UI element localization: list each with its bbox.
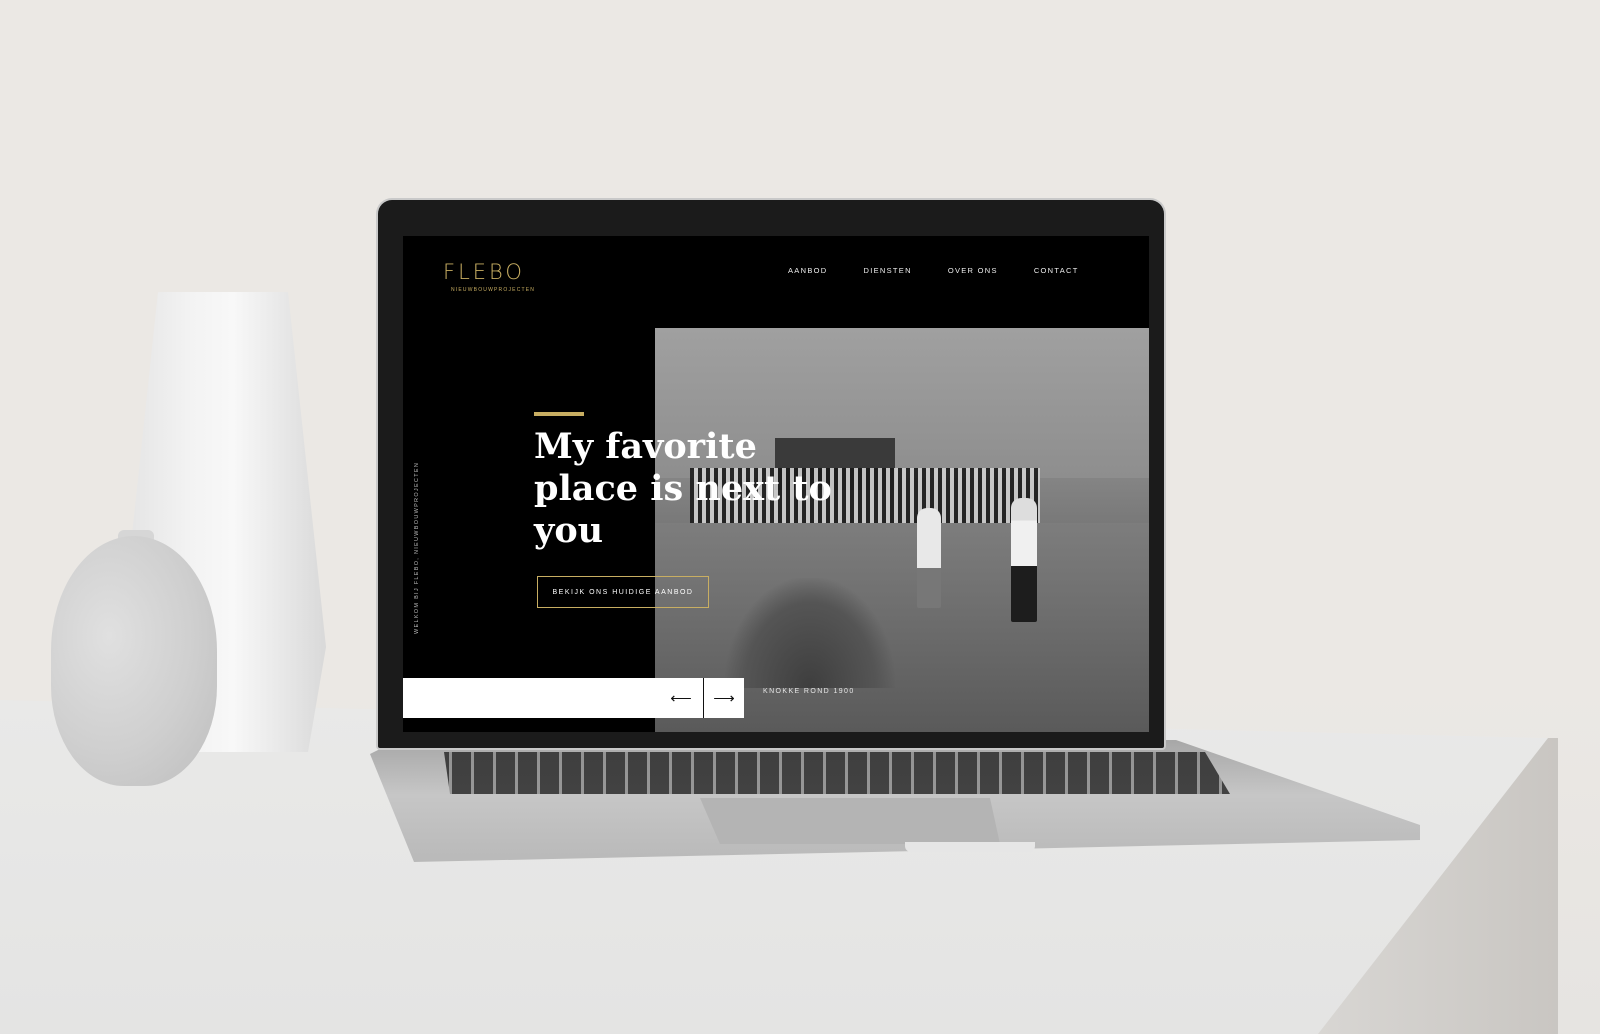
laptop-screen: FLEBO NIEUWBOUWPROJECTEN AANBOD DIENSTEN…	[403, 236, 1149, 732]
vertical-welcome-text: WELKOM BIJ FLEBO, NIEUWBOUWPROJECTEN	[414, 461, 420, 634]
slider-controls: ⟵ ⟶	[403, 678, 744, 718]
laptop-keyboard	[444, 752, 1230, 794]
site-logo-subtitle: NIEUWBOUWPROJECTEN	[451, 287, 536, 293]
small-vase	[51, 536, 217, 786]
arrow-right-icon[interactable]: ⟶	[703, 678, 744, 718]
photo-child-girl	[917, 508, 941, 608]
nav-item-aanbod[interactable]: AANBOD	[788, 266, 827, 275]
main-nav: AANBOD DIENSTEN OVER ONS CONTACT	[788, 266, 1079, 275]
laptop-trackpad	[700, 798, 1000, 844]
arrow-left-icon[interactable]: ⟵	[661, 678, 701, 718]
nav-item-diensten[interactable]: DIENSTEN	[863, 266, 911, 275]
hero-headline: My favorite place is next to you	[534, 426, 832, 551]
laptop-lid-notch	[905, 842, 1035, 852]
view-offer-button[interactable]: BEKIJK ONS HUIDIGE AANBOD	[537, 576, 709, 608]
nav-item-contact[interactable]: CONTACT	[1034, 266, 1079, 275]
photo-sand-mound	[725, 578, 895, 688]
headline-accent-bar	[534, 412, 584, 416]
nav-item-over-ons[interactable]: OVER ONS	[948, 266, 998, 275]
site-logo[interactable]: FLEBO	[443, 260, 525, 284]
photo-caption: KNOKKE ROND 1900	[763, 688, 855, 695]
photo-child-boy	[1011, 498, 1037, 622]
